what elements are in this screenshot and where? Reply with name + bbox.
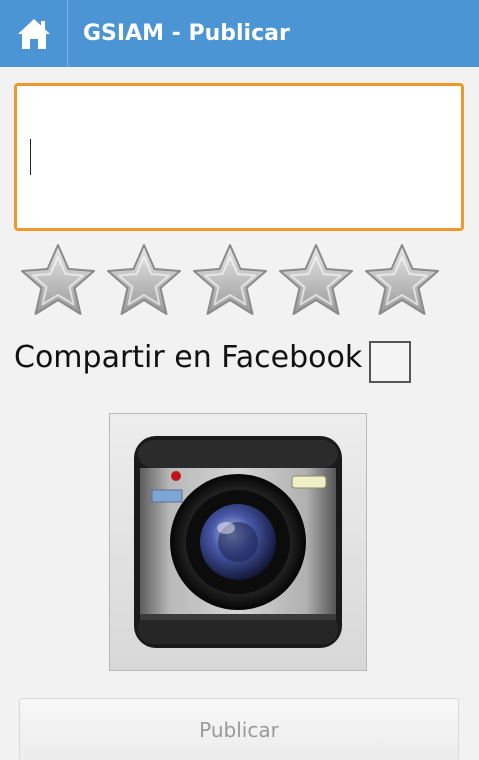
publish-button[interactable]: Publicar	[19, 698, 459, 760]
camera-button[interactable]	[109, 413, 367, 671]
post-text-input[interactable]	[14, 83, 464, 231]
star-icon[interactable]	[18, 241, 98, 321]
star-icon[interactable]	[276, 241, 356, 321]
header-divider	[67, 0, 68, 67]
home-icon	[17, 18, 50, 49]
home-button[interactable]	[0, 0, 67, 67]
camera-icon	[134, 436, 342, 648]
text-cursor	[30, 139, 31, 175]
facebook-share-label: Compartir en Facebook	[14, 340, 363, 375]
publish-screen: GSIAM - Publicar Compartir en Facebook P…	[0, 0, 479, 760]
facebook-share-checkbox[interactable]	[369, 341, 411, 383]
star-icon[interactable]	[362, 241, 442, 321]
star-rating	[18, 241, 448, 321]
page-title: GSIAM - Publicar	[83, 21, 290, 46]
star-icon[interactable]	[190, 241, 270, 321]
action-bar: GSIAM - Publicar	[0, 0, 479, 67]
star-icon[interactable]	[104, 241, 184, 321]
